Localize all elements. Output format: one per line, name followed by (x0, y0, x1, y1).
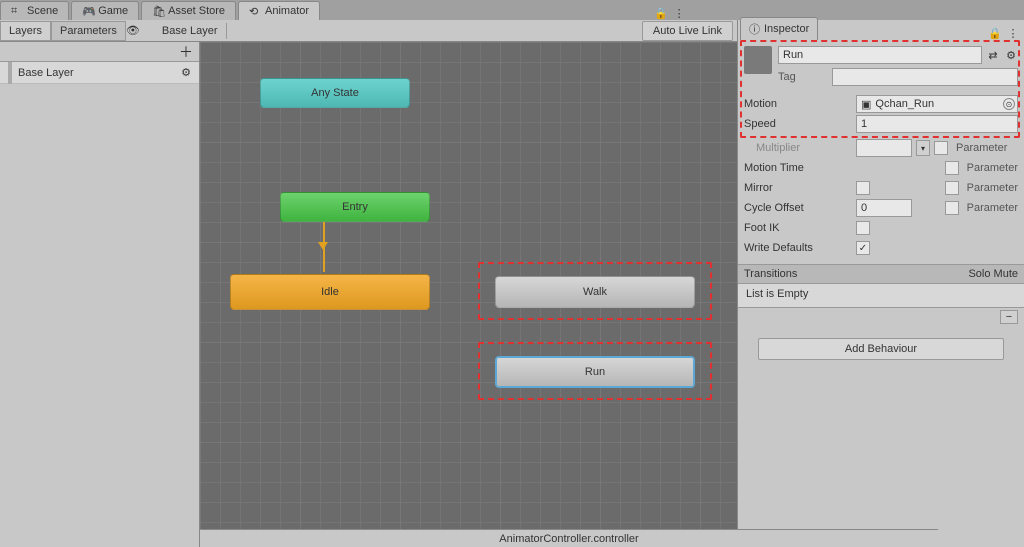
asset-store-icon: 🛍 (152, 5, 164, 17)
tab-label: Asset Store (168, 5, 225, 17)
parameter-label: Parameter (967, 162, 1018, 174)
tab-animator[interactable]: ⟲ Animator (238, 1, 320, 20)
breadcrumb: Base Layer (146, 23, 642, 39)
tag-label: Tag (778, 71, 828, 83)
motion-time-label: Motion Time (744, 162, 852, 174)
breadcrumb-item[interactable]: Base Layer (154, 23, 227, 39)
tab-inspector[interactable]: ⓘ Inspector (740, 17, 818, 40)
multiplier-field (856, 139, 912, 157)
motion-label: Motion (744, 98, 852, 110)
kebab-icon[interactable]: ⋮ (672, 6, 686, 20)
add-behaviour-button[interactable]: Add Behaviour (758, 338, 1004, 360)
node-label: Any State (311, 87, 359, 99)
node-walk[interactable]: Walk (495, 276, 695, 308)
tab-label: Game (98, 5, 128, 17)
animator-toolbar: Layers Parameters 👁 Base Layer Auto Live… (0, 20, 737, 42)
speed-field[interactable] (856, 115, 1018, 133)
main-tabs: ⌗ Scene 🎮 Game 🛍 Asset Store ⟲ Animator … (0, 0, 1024, 20)
node-label: Entry (342, 201, 368, 213)
motion-clip-icon: ▣ (861, 98, 871, 111)
asset-path-label: AnimatorController.controller (499, 533, 638, 545)
arrow-head-icon (318, 242, 328, 250)
parameter-label: Parameter (967, 202, 1018, 214)
tab-label: Inspector (764, 23, 809, 35)
transitions-list: List is Empty (738, 284, 1024, 308)
foot-ik-checkbox[interactable] (856, 221, 870, 235)
tab-label: Animator (265, 5, 309, 17)
chevron-down-icon[interactable]: ▾ (916, 140, 930, 156)
solo-mute-label: Solo Mute (968, 268, 1018, 280)
parameter-label: Parameter (956, 142, 1007, 154)
tab-label: Scene (27, 5, 58, 17)
node-label: Idle (321, 286, 339, 298)
state-name-field[interactable] (778, 46, 982, 64)
eye-icon[interactable]: 👁 (126, 24, 140, 37)
parameter-label: Parameter (967, 182, 1018, 194)
state-thumb-icon (744, 46, 772, 74)
info-icon: ⓘ (749, 21, 760, 37)
lock-icon[interactable]: 🔒 (654, 6, 668, 20)
gear-icon[interactable]: ⚙ (181, 66, 191, 79)
speed-label: Speed (744, 118, 852, 130)
add-behaviour-label: Add Behaviour (845, 343, 917, 355)
inspector-panel: ⓘ Inspector 🔒 ⋮ ⇄ ⚙ Tag (738, 20, 1024, 547)
gear-icon[interactable]: ⚙ (1004, 48, 1018, 62)
layer-name: Base Layer (18, 67, 74, 79)
motion-time-parameter-checkbox[interactable] (945, 161, 959, 175)
animator-panel: Layers Parameters 👁 Base Layer Auto Live… (0, 20, 738, 547)
write-defaults-checkbox[interactable] (856, 241, 870, 255)
tab-asset-store[interactable]: 🛍 Asset Store (141, 1, 236, 20)
motion-field[interactable]: ▣ Qchan_Run ⊙ (856, 95, 1018, 113)
transitions-header: Transitions Solo Mute (738, 264, 1024, 284)
tab-game[interactable]: 🎮 Game (71, 1, 139, 20)
animator-graph[interactable]: Any State Entry Idle Walk Run (200, 42, 737, 547)
layer-item[interactable]: Base Layer ⚙ (0, 62, 199, 84)
mirror-checkbox[interactable] (856, 181, 870, 195)
foot-ik-label: Foot IK (744, 222, 852, 234)
layers-tab[interactable]: Layers (0, 21, 51, 41)
tab-scene[interactable]: ⌗ Scene (0, 1, 69, 20)
node-label: Walk (583, 286, 607, 298)
add-layer-button[interactable]: ＋ (179, 42, 193, 61)
cycle-offset-field[interactable] (856, 199, 912, 217)
inspector-header: ⇄ ⚙ Tag (738, 40, 1024, 92)
animator-icon: ⟲ (249, 5, 261, 17)
parameters-tab[interactable]: Parameters (51, 21, 126, 41)
multiplier-parameter-checkbox[interactable] (934, 141, 948, 155)
cycle-offset-label: Cycle Offset (744, 202, 852, 214)
layers-sidebar: ＋ Base Layer ⚙ (0, 42, 200, 547)
node-idle[interactable]: Idle (230, 274, 430, 310)
tag-field[interactable] (832, 68, 1018, 86)
object-picker-icon[interactable]: ⊙ (1003, 98, 1015, 110)
node-any-state[interactable]: Any State (260, 78, 410, 108)
node-label: Run (585, 366, 605, 378)
transitions-label: Transitions (744, 268, 797, 280)
mirror-parameter-checkbox[interactable] (945, 181, 959, 195)
node-run[interactable]: Run (495, 356, 695, 388)
reference-icon[interactable]: ⇄ (986, 48, 1000, 62)
write-defaults-label: Write Defaults (744, 242, 852, 254)
cycle-offset-parameter-checkbox[interactable] (945, 201, 959, 215)
kebab-icon[interactable]: ⋮ (1006, 26, 1020, 40)
game-icon: 🎮 (82, 5, 94, 17)
auto-live-link-button[interactable]: Auto Live Link (642, 21, 733, 41)
node-entry[interactable]: Entry (280, 192, 430, 222)
remove-transition-button[interactable]: − (1000, 310, 1018, 324)
scene-icon: ⌗ (11, 5, 23, 17)
motion-value: Qchan_Run (875, 98, 934, 110)
asset-path-footer: AnimatorController.controller (200, 529, 938, 547)
layer-drag-handle[interactable] (8, 62, 12, 84)
multiplier-label: Multiplier (744, 142, 852, 154)
mirror-label: Mirror (744, 182, 852, 194)
lock-icon[interactable]: 🔒 (988, 26, 1002, 40)
list-empty-label: List is Empty (746, 288, 808, 300)
